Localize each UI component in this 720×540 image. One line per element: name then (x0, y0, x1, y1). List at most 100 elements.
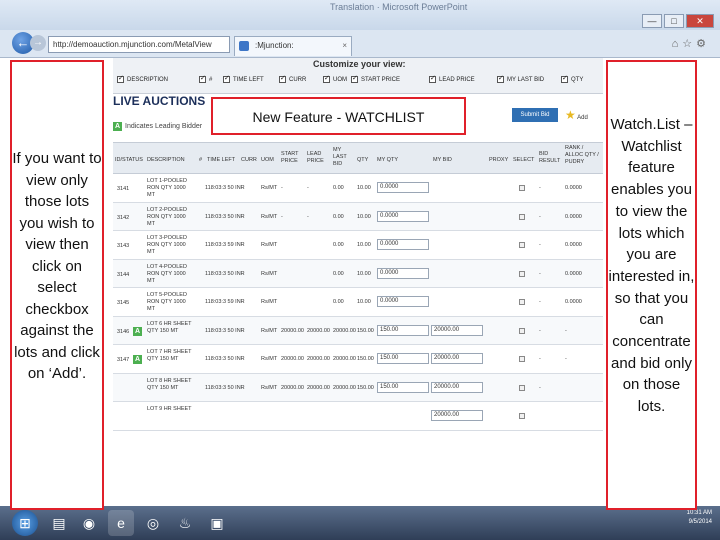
leading-badge-icon: A (133, 326, 142, 336)
cell-qty: 10.00 (357, 270, 371, 277)
table-row: 3145 LOT 5-POOLED RON QTY 1000 MT 118:03:3 5… (113, 288, 603, 317)
my-bid-input[interactable]: 20000.00 (431, 410, 483, 421)
cell-desc-line1: LOT 1-POOLED (147, 178, 187, 184)
my-qty-input[interactable]: 0.0000 (377, 182, 429, 193)
ie-icon: e (117, 515, 125, 531)
chrome-taskbar-item[interactable]: ◎ (140, 510, 166, 536)
cell-lead-price: 20000.00 (307, 384, 330, 391)
checkbox-icon (561, 74, 568, 83)
live-auctions-heading: LIVE AUCTIONS (113, 94, 206, 108)
select-checkbox[interactable] (519, 185, 525, 191)
header-lead-price: LEAD PRICE (307, 151, 324, 164)
customize-option[interactable]: UOM (323, 74, 347, 83)
windows-logo-icon: ⊞ (19, 515, 31, 531)
customize-title: Customize your view: (313, 59, 406, 69)
select-checkbox[interactable] (519, 299, 525, 305)
cell-rank: 0.0000 (565, 242, 582, 248)
cell-my-last-bid: 0.00 (333, 213, 344, 220)
cell-desc-line1: LOT 9 HR SHEET (147, 406, 192, 412)
cell-time-left: 118:03:3 50 INR (205, 185, 245, 191)
cell-uom: Rs/MT (261, 356, 278, 362)
checkbox-icon (323, 74, 330, 83)
forward-button[interactable]: → (30, 35, 46, 51)
table-row: 3141 LOT 1-POOLED RON QTY 1000 MT 118:03:3 5… (113, 174, 603, 203)
cell-desc-line2: RON QTY 1000 (147, 242, 186, 248)
customize-option[interactable]: DESCRIPTION (117, 74, 168, 83)
my-qty-input[interactable]: 150.00 (377, 353, 429, 364)
customize-option[interactable]: # (199, 74, 212, 83)
explorer-taskbar-item[interactable]: ▤ (46, 510, 72, 536)
my-bid-input[interactable]: 20000.00 (431, 324, 483, 336)
cell-rank: 0.0000 (565, 213, 582, 220)
home-icon[interactable]: ⌂ (672, 38, 683, 50)
select-checkbox[interactable] (519, 327, 525, 334)
cell-uom: Rs/MT (261, 185, 278, 191)
select-checkbox[interactable] (519, 356, 525, 362)
cell-desc-line1: LOT 4-POOLED (147, 263, 187, 270)
my-bid-input[interactable]: 20000.00 (431, 353, 483, 364)
cell-lead-price: - (307, 213, 309, 220)
customize-option[interactable]: MY LAST BID (497, 74, 544, 83)
header-start-price: START PRICE (281, 151, 299, 164)
header-my-last-bid: MY LAST BID (333, 147, 347, 167)
powerpoint-taskbar-item[interactable]: ▣ (204, 510, 230, 536)
cell-desc-line1: LOT 8 HR SHEET (147, 377, 192, 384)
select-checkbox[interactable] (519, 384, 525, 391)
submit-bid-button[interactable]: Submit Bid (512, 108, 558, 122)
page-icon (239, 41, 249, 51)
cell-id: 3147 (117, 357, 130, 363)
select-checkbox[interactable] (519, 213, 525, 220)
gear-icon[interactable]: ⚙ (696, 38, 710, 50)
powerpoint-icon: ▣ (210, 515, 224, 531)
my-qty-input[interactable]: 0.0000 (377, 210, 429, 222)
customize-option[interactable]: TIME LEFT (223, 74, 264, 83)
close-button[interactable]: ✕ (686, 14, 714, 28)
cell-bid-result: - (539, 242, 541, 248)
customize-option[interactable]: QTY (561, 74, 583, 83)
firefox-taskbar-item[interactable]: ◉ (76, 510, 102, 536)
start-button[interactable]: ⊞ (12, 510, 38, 536)
cell-id: 3145 (117, 300, 130, 306)
my-qty-input[interactable]: 150.00 (377, 381, 429, 393)
my-qty-input[interactable]: 0.0000 (377, 296, 429, 307)
select-checkbox[interactable] (519, 270, 525, 277)
cell-desc-line3: MT (147, 277, 155, 284)
add-button[interactable]: ★ Add (565, 108, 588, 122)
checkbox-icon (223, 74, 230, 83)
close-tab-icon[interactable]: × (342, 37, 347, 55)
cell-desc-line3: MT (147, 220, 155, 227)
cell-my-last-bid: 20000.00 (333, 327, 356, 334)
maximize-button[interactable]: □ (664, 14, 684, 28)
app-taskbar-item[interactable]: ♨ (172, 510, 198, 536)
ie-taskbar-item[interactable]: e (108, 510, 134, 536)
cell-time-left: 118:03:3 50 INR (205, 213, 245, 220)
clock-date: 9/5/2014 (688, 519, 712, 525)
address-bar[interactable]: http://demoauction.mjunction.com/MetalVi… (48, 36, 230, 53)
my-bid-input[interactable]: 20000.00 (431, 381, 483, 393)
my-qty-input[interactable]: 150.00 (377, 324, 429, 336)
browser-tab[interactable]: :Mjunction: × (234, 36, 352, 56)
cell-desc-line2: QTY 150 MT (147, 384, 179, 391)
window-controls: — □ ✕ (642, 14, 714, 28)
cell-desc-line2: QTY 150 MT (147, 356, 179, 362)
customize-option[interactable]: CURR (279, 74, 306, 83)
cell-time-left: 118:03:3 50 INR (205, 356, 245, 362)
auction-table-body: 3141 LOT 1-POOLED RON QTY 1000 MT 118:03:3 5… (113, 174, 603, 431)
cell-start-price: 20000.00 (281, 327, 304, 334)
customize-option[interactable]: START PRICE (351, 74, 400, 83)
feature-callout-title: New Feature - WATCHLIST (252, 109, 425, 125)
select-checkbox[interactable] (519, 242, 525, 248)
table-row: LOT 9 HR SHEET 20000.00 (113, 402, 603, 431)
minimize-button[interactable]: — (642, 14, 662, 28)
cell-time-left: 118:03:3 59 INR (205, 242, 245, 248)
table-row: 3142 LOT 2-POOLED RON QTY 1000 MT 118:03:3 5… (113, 202, 603, 231)
cell-start-price: 20000.00 (281, 356, 304, 362)
my-qty-input[interactable]: 0.0000 (377, 239, 429, 250)
star-icon[interactable]: ☆ (682, 38, 696, 50)
cell-my-last-bid: 0.00 (333, 270, 344, 277)
my-qty-input[interactable]: 0.0000 (377, 267, 429, 279)
select-checkbox[interactable] (519, 413, 525, 419)
cell-rank: - (565, 356, 567, 362)
leading-bidder-legend: A Indicates Leading Bidder (113, 122, 202, 131)
customize-option[interactable]: LEAD PRICE (429, 74, 475, 83)
